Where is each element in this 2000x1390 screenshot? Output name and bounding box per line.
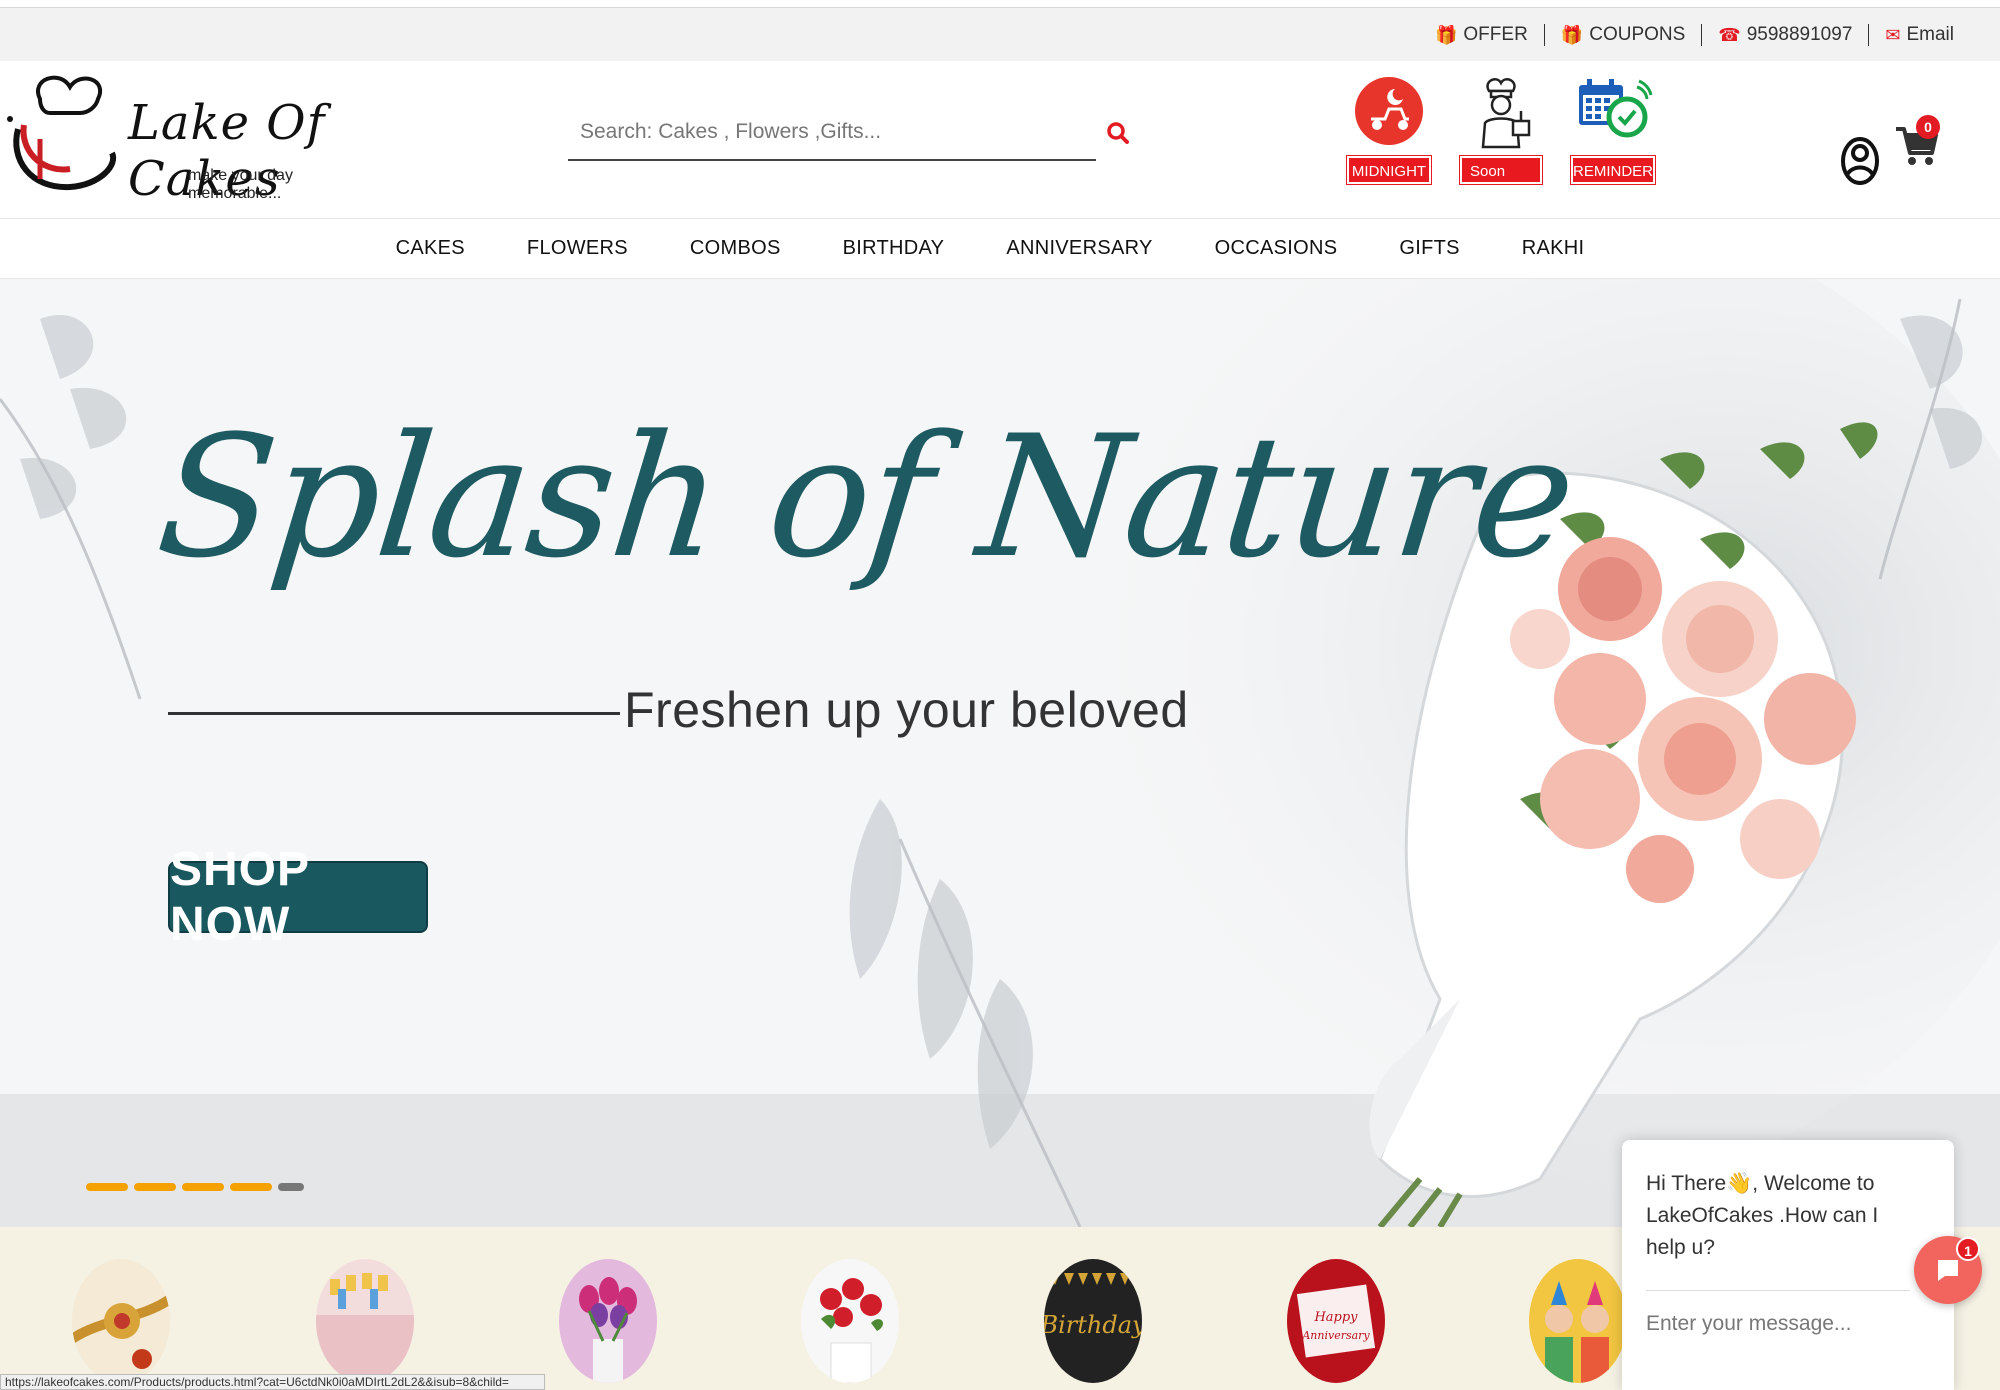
phone-number: 9598891097	[1746, 23, 1853, 45]
offer-label: OFFER	[1463, 23, 1528, 45]
chat-message-input[interactable]	[1646, 1304, 1916, 1344]
calendar-alarm-icon	[1579, 79, 1653, 138]
category-birthday[interactable]: Birthday	[1044, 1259, 1142, 1383]
reminder-label: REMINDER	[1571, 156, 1655, 184]
chef-icon	[1481, 78, 1531, 149]
nav-item-gifts[interactable]: GIFTS	[1368, 237, 1490, 260]
user-account-icon[interactable]	[1838, 131, 1882, 187]
search-box	[568, 105, 1096, 161]
offer-link[interactable]: 🎁 OFFER	[1419, 24, 1544, 46]
rakhi-image	[72, 1259, 170, 1383]
category-tulips[interactable]	[559, 1259, 657, 1383]
hero-divider-line	[168, 712, 620, 715]
coupons-label: COUPONS	[1589, 23, 1686, 45]
shop-now-button[interactable]: SHOP NOW	[168, 843, 428, 951]
tulips-image	[559, 1259, 657, 1383]
category-rakhi[interactable]	[72, 1259, 170, 1383]
main-nav: CAKES FLOWERS COMBOS BIRTHDAY ANNIVERSAR…	[0, 219, 2000, 279]
nav-item-occasions[interactable]: OCCASIONS	[1184, 237, 1369, 260]
slider-indicators	[86, 1183, 304, 1191]
nav-item-birthday[interactable]: BIRTHDAY	[812, 237, 976, 260]
chat-welcome-message: Hi There👋, Welcome to LakeOfCakes .How c…	[1646, 1172, 1879, 1259]
midnight-delivery-link[interactable]: MIDNIGHT	[1344, 71, 1434, 189]
cart-count-badge: 0	[1916, 115, 1940, 139]
browser-edge	[0, 0, 2000, 8]
slider-dot[interactable]	[86, 1183, 128, 1191]
reminder-link[interactable]: REMINDER	[1568, 71, 1658, 189]
coupons-link[interactable]: 🎁 COUPONS	[1543, 23, 1702, 46]
svg-text:Happy: Happy	[1313, 1310, 1358, 1325]
chef-hat-logo-icon	[7, 75, 117, 191]
search-button[interactable]	[1104, 119, 1134, 149]
birthday-cake-image	[316, 1259, 414, 1383]
category-anniversary[interactable]: Happy Anniversary	[1287, 1259, 1385, 1383]
site-logo[interactable]: Lake Of Cakes make your day memorable...	[0, 69, 380, 209]
gift-icon: 🎁	[1560, 24, 1584, 45]
slider-dot[interactable]	[182, 1183, 224, 1191]
slider-dot-active[interactable]	[278, 1183, 304, 1191]
top-bar: 🎁 OFFER 🎁 COUPONS ☎ 9598891097 ✉ Email	[0, 8, 2000, 61]
email-link[interactable]: ✉ Email	[1868, 23, 1970, 46]
svg-text:Birthday: Birthday	[1044, 1311, 1142, 1339]
soon-label: Soon	[1460, 156, 1542, 184]
hero-subtitle: Freshen up your beloved	[624, 682, 1189, 738]
slider-dot[interactable]	[230, 1183, 272, 1191]
nav-item-cakes[interactable]: CAKES	[365, 237, 496, 260]
kids-party-image	[1529, 1259, 1627, 1383]
chat-divider	[1646, 1290, 1910, 1291]
slider-dot[interactable]	[134, 1183, 176, 1191]
phone-link[interactable]: ☎ 9598891097	[1701, 23, 1868, 46]
soon-link[interactable]: Soon	[1456, 71, 1546, 189]
envelope-icon: ✉	[1885, 24, 1901, 45]
chat-bubble-icon	[1938, 1260, 1958, 1281]
header: Lake Of Cakes make your day memorable...…	[0, 61, 2000, 219]
nav-item-anniversary[interactable]: ANNIVERSARY	[975, 237, 1183, 260]
midnight-label: MIDNIGHT	[1347, 156, 1431, 184]
gift-icon: 🎁	[1434, 24, 1458, 45]
svg-text:Anniversary: Anniversary	[1301, 1329, 1370, 1342]
category-kids-party[interactable]	[1529, 1259, 1627, 1383]
midnight-delivery-icon	[1355, 77, 1423, 145]
page: 🎁 OFFER 🎁 COUPONS ☎ 9598891097 ✉ Email L…	[0, 0, 2000, 1390]
nav-item-rakhi[interactable]: RAKHI	[1491, 237, 1616, 260]
chat-widget: Hi There👋, Welcome to LakeOfCakes .How c…	[1622, 1140, 1954, 1390]
logo-tagline: make your day memorable...	[188, 167, 293, 202]
roses-image	[801, 1259, 899, 1383]
phone-icon: ☎	[1718, 24, 1741, 45]
browser-status-url: https://lakeofcakes.com/Products/product…	[0, 1374, 545, 1390]
hero-banner[interactable]: Splash of Nature Freshen up your beloved…	[0, 279, 2000, 1227]
birthday-image: Birthday	[1044, 1259, 1142, 1383]
nav-item-combos[interactable]: COMBOS	[659, 237, 812, 260]
category-birthday-cake[interactable]	[316, 1259, 414, 1383]
category-roses[interactable]	[801, 1259, 899, 1383]
hero-title: Splash of Nature	[149, 399, 1582, 595]
nav-item-flowers[interactable]: FLOWERS	[496, 237, 659, 260]
anniversary-image: Happy Anniversary	[1287, 1259, 1385, 1383]
search-icon	[1107, 122, 1129, 144]
email-label: Email	[1906, 23, 1954, 45]
search-input[interactable]	[568, 105, 1096, 159]
chat-notification-badge: 1	[1956, 1237, 1980, 1261]
